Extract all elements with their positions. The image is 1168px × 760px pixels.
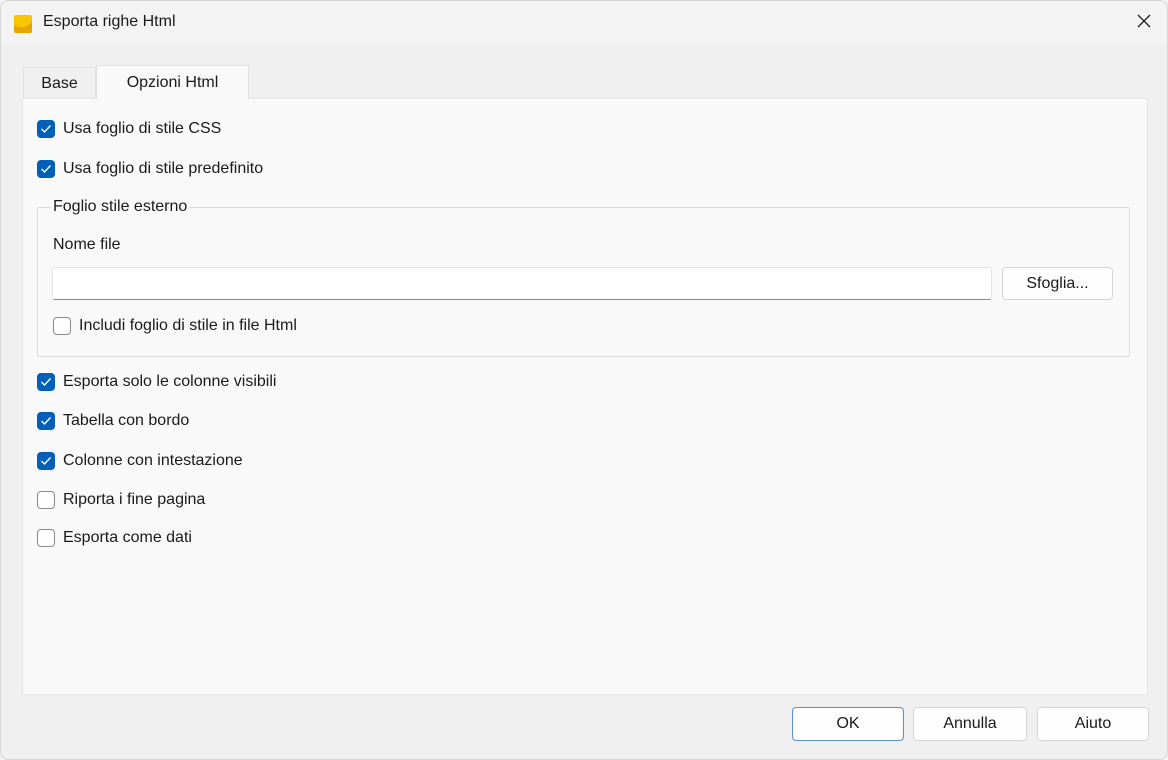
- checkmark-icon: [41, 125, 52, 134]
- option-export-as-data[interactable]: Esporta come dati: [37, 529, 192, 547]
- option-table-border[interactable]: Tabella con bordo: [37, 412, 189, 430]
- option-label: Includi foglio di stile in file Html: [79, 317, 297, 334]
- checkbox-checked[interactable]: [37, 120, 55, 138]
- checkmark-icon: [41, 457, 52, 466]
- option-use-css[interactable]: Usa foglio di stile CSS: [37, 120, 221, 138]
- dialog-window: Esporta righe Html Base Opzioni Html Usa…: [0, 0, 1168, 760]
- help-button[interactable]: Aiuto: [1037, 707, 1149, 741]
- checkmark-icon: [41, 378, 52, 387]
- option-use-default-stylesheet[interactable]: Usa foglio di stile predefinito: [37, 160, 263, 178]
- tab-opzioni-html[interactable]: Opzioni Html: [96, 65, 249, 99]
- checkbox-checked[interactable]: [37, 373, 55, 391]
- option-label: Usa foglio di stile predefinito: [63, 160, 264, 177]
- ok-button[interactable]: OK: [792, 707, 904, 741]
- option-label: Colonne con intestazione: [63, 452, 243, 469]
- filename-input[interactable]: [52, 267, 992, 300]
- option-label: Tabella con bordo: [63, 412, 190, 429]
- title-bar: Esporta righe Html: [1, 1, 1167, 45]
- close-button[interactable]: [1121, 1, 1167, 45]
- option-label: Esporta come dati: [63, 529, 192, 546]
- tab-opzioni-html-label: Opzioni Html: [126, 73, 219, 91]
- filename-label: Nome file: [53, 236, 121, 253]
- option-column-headers[interactable]: Colonne con intestazione: [37, 452, 243, 470]
- tab-panel: [22, 98, 1148, 695]
- checkbox-unchecked[interactable]: [53, 317, 71, 335]
- option-page-breaks[interactable]: Riporta i fine pagina: [37, 491, 205, 509]
- close-icon: [1137, 14, 1151, 33]
- app-logo-icon: [13, 13, 33, 35]
- option-label: Riporta i fine pagina: [63, 491, 206, 508]
- checkbox-unchecked[interactable]: [37, 491, 55, 509]
- checkbox-unchecked[interactable]: [37, 529, 55, 547]
- checkmark-icon: [41, 417, 52, 426]
- window-title: Esporta righe Html: [43, 13, 176, 30]
- cancel-button[interactable]: Annulla: [913, 707, 1027, 741]
- option-label: Usa foglio di stile CSS: [63, 120, 222, 137]
- option-export-visible-columns[interactable]: Esporta solo le colonne visibili: [37, 373, 276, 391]
- checkmark-icon: [41, 165, 52, 174]
- browse-button[interactable]: Sfoglia...: [1002, 267, 1113, 300]
- option-label: Esporta solo le colonne visibili: [63, 373, 277, 390]
- checkbox-checked[interactable]: [37, 160, 55, 178]
- checkbox-checked[interactable]: [37, 412, 55, 430]
- checkbox-checked[interactable]: [37, 452, 55, 470]
- tab-base-label: Base: [41, 74, 78, 92]
- option-include-stylesheet[interactable]: Includi foglio di stile in file Html: [53, 317, 297, 335]
- group-legend: Foglio stile esterno: [51, 198, 190, 216]
- tab-base[interactable]: Base: [23, 67, 96, 99]
